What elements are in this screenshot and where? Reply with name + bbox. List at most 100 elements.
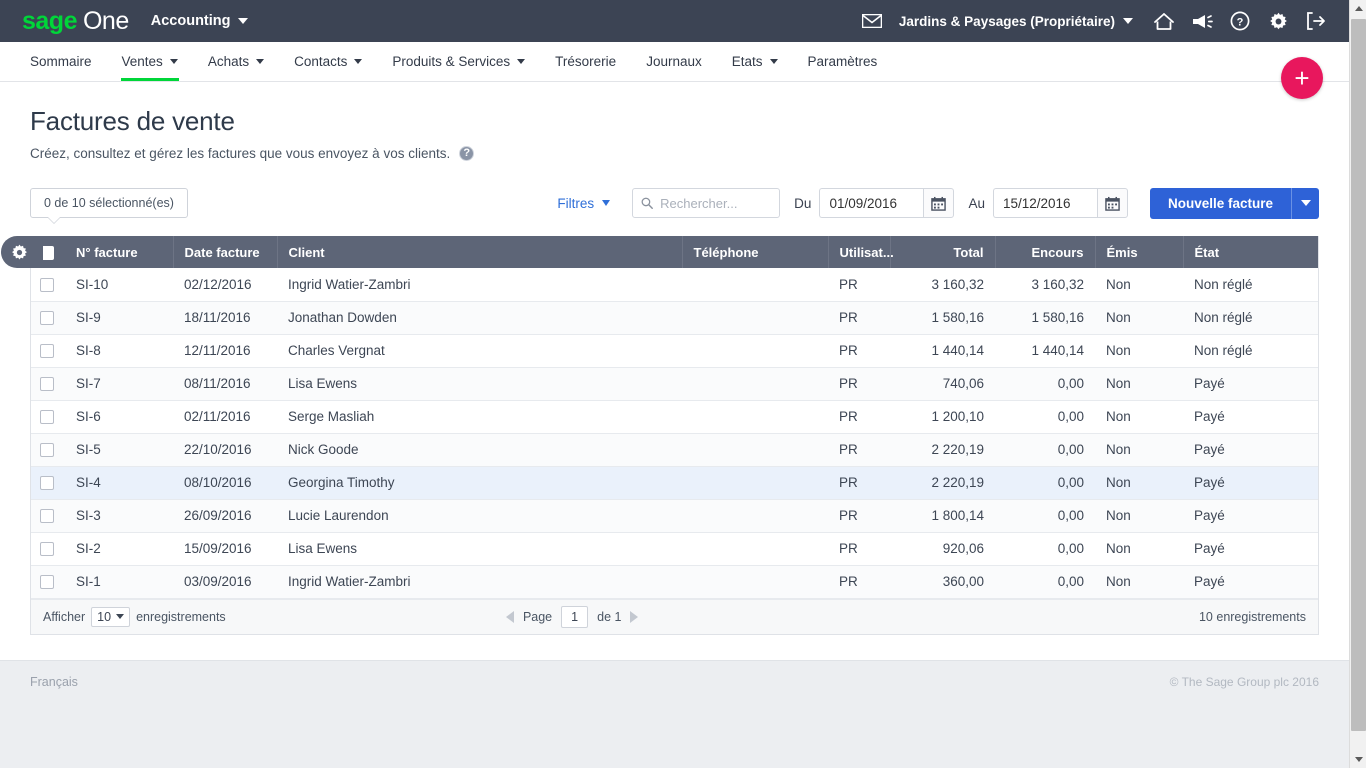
- column-header-utilisateur[interactable]: Utilisat...: [828, 236, 894, 268]
- filters-button[interactable]: Filtres: [557, 196, 611, 211]
- nav-item-journaux[interactable]: Journaux: [631, 42, 717, 81]
- column-header-telephone[interactable]: Téléphone: [682, 236, 829, 268]
- nav-item-etats[interactable]: Etats: [717, 42, 793, 81]
- table-settings-button[interactable]: [1, 236, 43, 268]
- previous-page-button[interactable]: [505, 610, 514, 623]
- sage-one-logo[interactable]: sage One: [22, 7, 129, 36]
- nav-item-sommaire[interactable]: Sommaire: [22, 42, 107, 81]
- row-select-cell: [31, 433, 65, 467]
- row-select-cell: [31, 532, 65, 566]
- column-header-emis[interactable]: Émis: [1095, 236, 1184, 268]
- top-bar-actions: Jardins & Paysages (Propriétaire) ?: [853, 0, 1335, 42]
- cell-emis: Non: [1095, 367, 1183, 401]
- cell-client: Lisa Ewens: [277, 532, 682, 566]
- settings-button[interactable]: [1259, 0, 1297, 42]
- table-row[interactable]: SI-9 18/11/2016 Jonathan Dowden PR 1 580,16 1…: [31, 301, 1318, 335]
- table-row[interactable]: SI-2 15/09/2016 Lisa Ewens PR 920,06 0,00 Non P…: [31, 532, 1318, 566]
- nav-label: Produits & Services: [392, 54, 511, 69]
- app-switcher-accounting[interactable]: Accounting: [151, 13, 248, 29]
- cell-total: 920,06: [890, 532, 995, 566]
- column-header-etat[interactable]: État: [1183, 236, 1318, 268]
- row-checkbox[interactable]: [40, 277, 54, 292]
- nav-label: Contacts: [294, 54, 348, 69]
- row-checkbox[interactable]: [40, 377, 54, 392]
- column-header-encours[interactable]: Encours: [995, 236, 1096, 268]
- company-selector[interactable]: Jardins & Paysages (Propriétaire): [891, 14, 1145, 29]
- date-to-input[interactable]: 15/12/2016: [992, 188, 1097, 218]
- cell-encours: 0,00: [995, 367, 1095, 401]
- page-scrollbar[interactable]: [1349, 0, 1366, 768]
- language-selector[interactable]: Français: [30, 675, 78, 689]
- messages-button[interactable]: [853, 0, 891, 42]
- row-checkbox[interactable]: [40, 311, 54, 326]
- cell-client: Georgina Timothy: [277, 466, 682, 500]
- chevron-up-icon: [1354, 6, 1363, 11]
- nav-item-ventes[interactable]: Ventes: [107, 42, 193, 81]
- row-checkbox[interactable]: [40, 476, 54, 491]
- table-row[interactable]: SI-3 26/09/2016 Lucie Laurendon PR 1 800,14 0…: [31, 499, 1318, 533]
- chevron-down-icon: [602, 200, 611, 206]
- nav-item-tresorerie[interactable]: Trésorerie: [540, 42, 631, 81]
- list-toolbar: 0 de 10 sélectionné(es) Filtres Du 01/09…: [30, 187, 1319, 224]
- cell-date: 08/11/2016: [173, 367, 277, 401]
- cell-telephone: [682, 466, 828, 500]
- page-subtitle: Créez, consultez et gérez les factures q…: [30, 146, 451, 161]
- nav-item-parametres[interactable]: Paramètres: [793, 42, 893, 81]
- date-to-group: 15/12/2016: [992, 188, 1128, 218]
- logout-button[interactable]: [1297, 0, 1335, 42]
- nav-item-contacts[interactable]: Contacts: [279, 42, 377, 81]
- cell-total: 2 220,19: [890, 433, 995, 467]
- row-checkbox[interactable]: [40, 542, 54, 557]
- nav-label: Journaux: [646, 54, 702, 69]
- table-row[interactable]: SI-6 02/11/2016 Serge Masliah PR 1 200,10 0,0…: [31, 400, 1318, 434]
- row-select-cell: [31, 301, 65, 335]
- cell-utilisateur: PR: [828, 400, 890, 434]
- column-header-date[interactable]: Date facture: [173, 236, 278, 268]
- nav-label: Etats: [731, 54, 763, 69]
- cell-telephone: [682, 433, 828, 467]
- search-box[interactable]: [632, 188, 781, 218]
- table-row[interactable]: SI-7 08/11/2016 Lisa Ewens PR 740,06 0,00 Non P…: [31, 367, 1318, 401]
- chevron-down-icon: [1300, 200, 1311, 206]
- cell-utilisateur: PR: [828, 301, 890, 335]
- row-checkbox[interactable]: [40, 509, 54, 524]
- new-invoice-button[interactable]: Nouvelle facture: [1149, 187, 1291, 219]
- date-from-input[interactable]: 01/09/2016: [819, 188, 924, 218]
- date-from-calendar-button[interactable]: [923, 188, 955, 218]
- cell-utilisateur: PR: [828, 466, 890, 500]
- column-header-numero[interactable]: N° facture: [65, 236, 174, 268]
- announcements-button[interactable]: [1183, 0, 1221, 42]
- nav-item-produits-services[interactable]: Produits & Services: [377, 42, 540, 81]
- next-page-button[interactable]: [630, 610, 639, 623]
- row-checkbox[interactable]: [40, 443, 54, 458]
- scrollbar-thumb[interactable]: [1351, 19, 1366, 731]
- table-row[interactable]: SI-5 22/10/2016 Nick Goode PR 2 220,19 0,00 No…: [31, 433, 1318, 467]
- cell-etat: Non réglé: [1183, 334, 1318, 368]
- row-checkbox[interactable]: [40, 410, 54, 425]
- table-row[interactable]: SI-4 08/10/2016 Georgina Timothy PR 2 220,19…: [31, 466, 1318, 500]
- date-to-calendar-button[interactable]: [1096, 188, 1128, 218]
- search-icon: [641, 197, 654, 209]
- logo-one-text: One: [82, 6, 129, 35]
- table-row[interactable]: SI-8 12/11/2016 Charles Vergnat PR 1 440,14 1…: [31, 334, 1318, 368]
- help-button[interactable]: ?: [1221, 0, 1259, 42]
- row-checkbox[interactable]: [40, 344, 54, 359]
- home-button[interactable]: [1145, 0, 1183, 42]
- scroll-down-button[interactable]: [1350, 751, 1366, 768]
- column-header-client[interactable]: Client: [277, 236, 683, 268]
- add-new-button[interactable]: +: [1281, 57, 1323, 99]
- cell-date: 22/10/2016: [173, 433, 277, 467]
- table-row[interactable]: SI-10 02/12/2016 Ingrid Watier-Zambri PR 3 1…: [31, 268, 1318, 302]
- column-header-total[interactable]: Total: [890, 236, 996, 268]
- cell-date: 03/09/2016: [173, 565, 277, 599]
- page-size-select[interactable]: 10: [91, 606, 131, 627]
- nav-item-achats[interactable]: Achats: [193, 42, 279, 81]
- scroll-up-button[interactable]: [1350, 0, 1366, 17]
- help-icon[interactable]: ?: [459, 146, 475, 161]
- row-checkbox[interactable]: [40, 575, 54, 590]
- table-row[interactable]: SI-1 03/09/2016 Ingrid Watier-Zambri PR 360,…: [31, 565, 1318, 599]
- new-invoice-dropdown-button[interactable]: [1291, 187, 1319, 219]
- search-input[interactable]: [660, 195, 772, 211]
- page-number-input[interactable]: [561, 605, 589, 628]
- cell-emis: Non: [1095, 334, 1183, 368]
